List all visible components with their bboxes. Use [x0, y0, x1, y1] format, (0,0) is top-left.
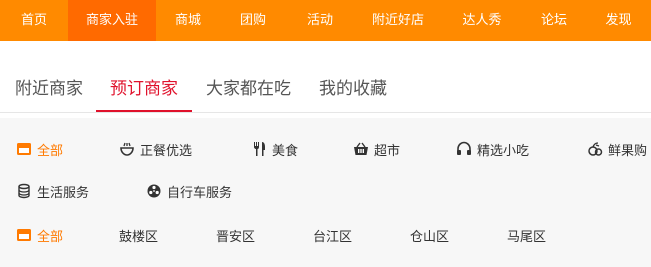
bowl-icon [119, 141, 135, 157]
tab-popular-food[interactable]: 大家都在吃 [206, 74, 291, 99]
district-taijiang[interactable]: 台江区 [313, 225, 352, 245]
category-dinner-picks[interactable]: 正餐优选 [119, 139, 192, 159]
merchant-tabs: 附近商家 预订商家 大家都在吃 我的收藏 [0, 62, 651, 114]
fruit-icon [587, 141, 603, 157]
district-jinan[interactable]: 晋安区 [216, 225, 255, 245]
category-snacks[interactable]: 精选小吃 [456, 139, 529, 159]
category-label: 超市 [374, 143, 401, 159]
category-all[interactable]: 全部 [16, 139, 63, 159]
district-all[interactable]: 全部 [16, 225, 63, 245]
nav-item-group-buy[interactable]: 团购 [220, 0, 286, 41]
tab-reservation-merchants[interactable]: 预订商家 [110, 74, 178, 99]
nav-item-forum[interactable]: 论坛 [522, 0, 586, 41]
nav-item-expert-show[interactable]: 达人秀 [442, 0, 522, 41]
nav-item-home[interactable]: 首页 [0, 0, 68, 41]
wheel-icon [146, 183, 162, 199]
category-life-services[interactable]: 生活服务 [16, 181, 89, 201]
top-nav-bar: 首页 商家入驻 商城 团购 活动 附近好店 达人秀 论坛 发现 [0, 0, 651, 41]
nav-item-events[interactable]: 活动 [286, 0, 354, 41]
district-label: 全部 [37, 229, 64, 245]
category-food[interactable]: 美食 [251, 139, 298, 159]
grid-box-icon [16, 141, 32, 157]
headset-icon [456, 141, 472, 157]
category-label: 精选小吃 [477, 143, 530, 159]
category-label: 正餐优选 [140, 143, 193, 159]
category-label: 美食 [272, 143, 299, 159]
grid-box-icon [16, 227, 32, 243]
tabs-divider [0, 112, 651, 113]
nav-item-mall[interactable]: 商城 [156, 0, 220, 41]
tab-my-favorites[interactable]: 我的收藏 [319, 74, 387, 99]
shopping-basket-icon [353, 141, 369, 157]
category-label: 自行车服务 [167, 185, 233, 201]
category-supermarket[interactable]: 超市 [353, 139, 400, 159]
category-label: 生活服务 [37, 185, 90, 201]
category-bike-services[interactable]: 自行车服务 [146, 181, 232, 201]
nav-item-nearby-shops[interactable]: 附近好店 [354, 0, 442, 41]
district-gulou[interactable]: 鼓楼区 [119, 225, 158, 245]
district-mawei[interactable]: 马尾区 [507, 225, 546, 245]
district-cangshan[interactable]: 仓山区 [410, 225, 449, 245]
fork-knife-icon [251, 141, 267, 157]
tab-nearby-merchants[interactable]: 附近商家 [15, 74, 83, 99]
nav-item-discover[interactable]: 发现 [586, 0, 651, 41]
category-label: 鲜果购 [608, 143, 648, 159]
nav-item-merchant-join[interactable]: 商家入驻 [68, 0, 156, 41]
coins-icon [16, 183, 32, 199]
category-fresh-fruit[interactable]: 鲜果购 [587, 139, 647, 159]
filter-panel: 全部 正餐优选 美食 超市 精选小吃 鲜果购 生活服务 自行车服务 全部 鼓楼区… [0, 118, 651, 267]
category-label: 全部 [37, 143, 64, 159]
